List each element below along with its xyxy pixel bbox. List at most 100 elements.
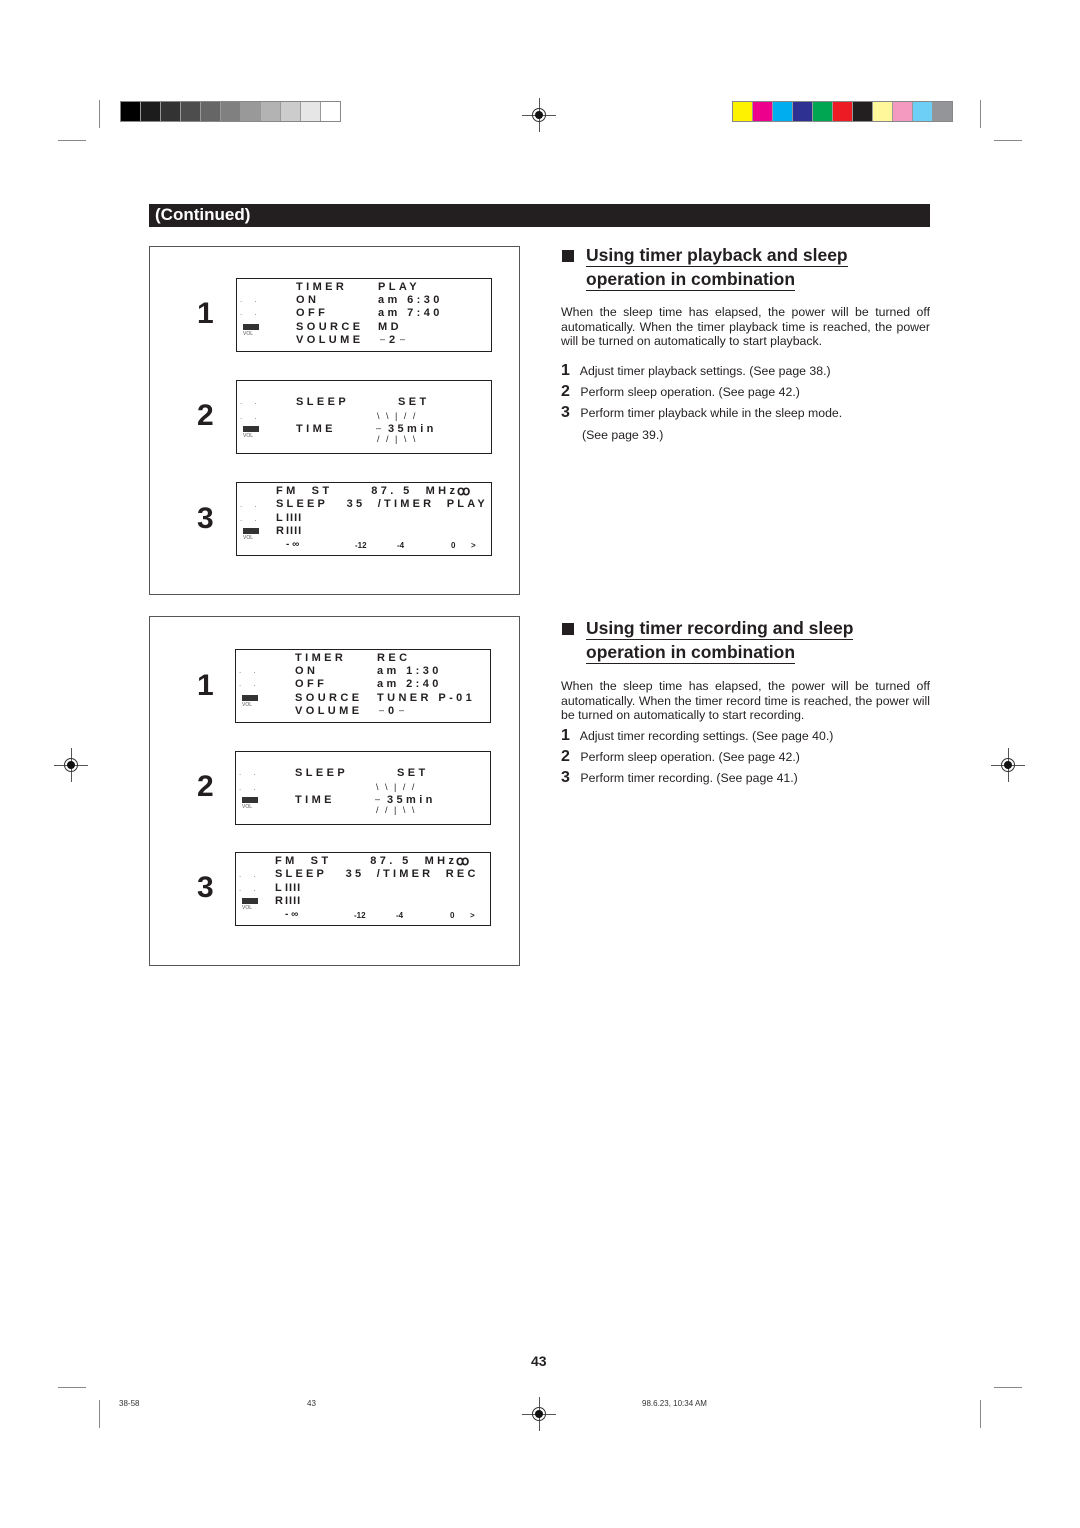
section-title-line: Using timer recording and sleep bbox=[586, 618, 854, 640]
step-number: 3 bbox=[561, 769, 570, 786]
indicator-dots: .. bbox=[239, 666, 268, 675]
instruction-step: 2 Perform sleep operation. (See page 42.… bbox=[561, 383, 800, 401]
meter-label: 0 bbox=[450, 911, 455, 920]
step-continuation: (See page 39.) bbox=[582, 428, 664, 442]
playback-figure-panel: 1 .. .. VOL TIMER PLAY ON am 6:30 OFF am… bbox=[149, 246, 520, 595]
crop-mark bbox=[58, 140, 86, 141]
lcd-value: MD bbox=[378, 321, 402, 333]
crop-mark bbox=[99, 1400, 100, 1428]
lcd-value: am 1:30 bbox=[377, 665, 442, 677]
vol-label: VOL bbox=[243, 535, 254, 541]
instruction-step: 2 Perform sleep operation. (See page 42.… bbox=[561, 748, 800, 766]
color-swatch bbox=[753, 102, 773, 121]
lcd-label: SLEEP bbox=[295, 767, 349, 779]
flash-marks-icon: / / | \ \ bbox=[377, 434, 418, 444]
flash-marks-icon: \ \ | / / bbox=[376, 782, 417, 792]
registration-target-icon bbox=[991, 748, 1025, 782]
color-swatch bbox=[261, 102, 281, 121]
figure-step-number: 1 bbox=[197, 669, 214, 702]
step-text: Perform sleep operation. (See page 42.) bbox=[580, 385, 800, 399]
color-swatch bbox=[281, 102, 301, 121]
section-bullet-icon bbox=[562, 623, 574, 635]
color-swatch bbox=[321, 102, 340, 121]
color-swatch bbox=[221, 102, 241, 121]
indicator-dots: .. bbox=[240, 295, 269, 304]
meter-label: -4 bbox=[397, 541, 405, 550]
lcd-label: ON bbox=[295, 665, 319, 677]
meter-label: -12 bbox=[354, 911, 366, 920]
indicator-dots: .. bbox=[239, 870, 268, 879]
indicator-dots: .. bbox=[240, 412, 269, 421]
indicator-dots: .. bbox=[240, 308, 269, 317]
lcd-label: SLEEP bbox=[296, 396, 350, 408]
lcd-label: ON bbox=[296, 294, 320, 306]
meter-label: > bbox=[470, 911, 475, 920]
volume-bar-icon bbox=[243, 324, 259, 330]
crop-mark bbox=[994, 1387, 1022, 1388]
lcd-line-1: FM ST 87. 5 MHz bbox=[276, 485, 459, 497]
slug-page: 43 bbox=[307, 1399, 316, 1408]
lcd-label: TIME bbox=[296, 423, 336, 435]
color-swatch bbox=[793, 102, 813, 121]
right-level-bars-icon: IIII bbox=[286, 525, 303, 537]
volume-bar-icon bbox=[242, 898, 258, 904]
section-body: When the sleep time has elapsed, the pow… bbox=[561, 679, 930, 723]
figure-step-number: 3 bbox=[197, 871, 214, 904]
color-swatch bbox=[241, 102, 261, 121]
lcd-label: OFF bbox=[296, 307, 329, 319]
meter-label: 0 bbox=[451, 541, 456, 550]
lcd-value: 0 bbox=[388, 705, 398, 717]
instruction-step: 1 Adjust timer playback settings. (See p… bbox=[561, 362, 831, 380]
step-text: Perform sleep operation. (See page 42.) bbox=[580, 750, 800, 764]
step-text: Adjust timer playback settings. (See pag… bbox=[579, 364, 831, 378]
step-number: 3 bbox=[561, 404, 570, 421]
left-channel-label: L bbox=[275, 882, 286, 894]
slug-left: 38-58 bbox=[119, 1399, 140, 1408]
meter-label: -4 bbox=[396, 911, 404, 920]
lcd-line-2: SLEEP 35 /TIMER REC bbox=[275, 868, 479, 880]
vol-label: VOL bbox=[242, 905, 253, 911]
color-swatch bbox=[733, 102, 753, 121]
step-number: 1 bbox=[561, 727, 570, 744]
section-title: operation in combination bbox=[586, 269, 796, 291]
lcd-display: .. .. VOL FM ST 87. 5 MHz ꝏ SLEEP 35 /TI… bbox=[235, 852, 491, 926]
flash-marks-icon: / / | \ \ bbox=[376, 805, 417, 815]
slug-date: 98.6.23, 10:34 AM bbox=[642, 1399, 707, 1408]
vol-label: VOL bbox=[243, 331, 254, 337]
lcd-label: TIME bbox=[295, 794, 335, 806]
color-swatch bbox=[853, 102, 873, 121]
left-level-bars-icon: IIII bbox=[286, 512, 303, 524]
section-title-line: Using timer playback and sleep bbox=[586, 245, 848, 267]
registration-target-icon bbox=[522, 98, 556, 132]
indicator-dots: .. bbox=[240, 514, 269, 523]
indicator-dots: .. bbox=[240, 397, 269, 406]
crop-mark bbox=[994, 140, 1022, 141]
indicator-dots: .. bbox=[239, 679, 268, 688]
flash-marks-icon: \ \ | / / bbox=[377, 411, 418, 421]
lcd-line-1: FM ST 87. 5 MHz bbox=[275, 855, 458, 867]
lcd-value: PLAY bbox=[378, 281, 420, 293]
volume-bar-icon bbox=[243, 426, 259, 432]
right-level-bars-icon: IIII bbox=[285, 895, 302, 907]
color-swatch bbox=[813, 102, 833, 121]
stereo-icon: ꝏ bbox=[456, 853, 470, 868]
indicator-dots: .. bbox=[240, 500, 269, 509]
lcd-display: .. .. VOL SLEEP SET \ \ | / / TIME – 35m… bbox=[235, 751, 491, 825]
page-number: 43 bbox=[531, 1353, 547, 1369]
step-text: Perform timer playback while in the slee… bbox=[580, 406, 843, 420]
instruction-step: 3 Perform timer recording. (See page 41.… bbox=[561, 769, 798, 787]
lcd-label: VOLUME bbox=[295, 705, 363, 717]
flash-marks-icon: – bbox=[380, 334, 386, 344]
color-swatch bbox=[141, 102, 161, 121]
meter-label: -12 bbox=[355, 541, 367, 550]
vol-label: VOL bbox=[242, 702, 253, 708]
color-swatch bbox=[201, 102, 221, 121]
meter-label: - ∞ bbox=[286, 539, 300, 550]
lcd-value: am 2:40 bbox=[377, 678, 442, 690]
volume-bar-icon bbox=[243, 528, 259, 534]
indicator-dots: .. bbox=[239, 884, 268, 893]
step-number: 2 bbox=[561, 383, 570, 400]
step-text: Perform timer recording. (See page 41.) bbox=[580, 771, 798, 785]
color-swatch bbox=[913, 102, 933, 121]
registration-target-icon bbox=[54, 748, 88, 782]
